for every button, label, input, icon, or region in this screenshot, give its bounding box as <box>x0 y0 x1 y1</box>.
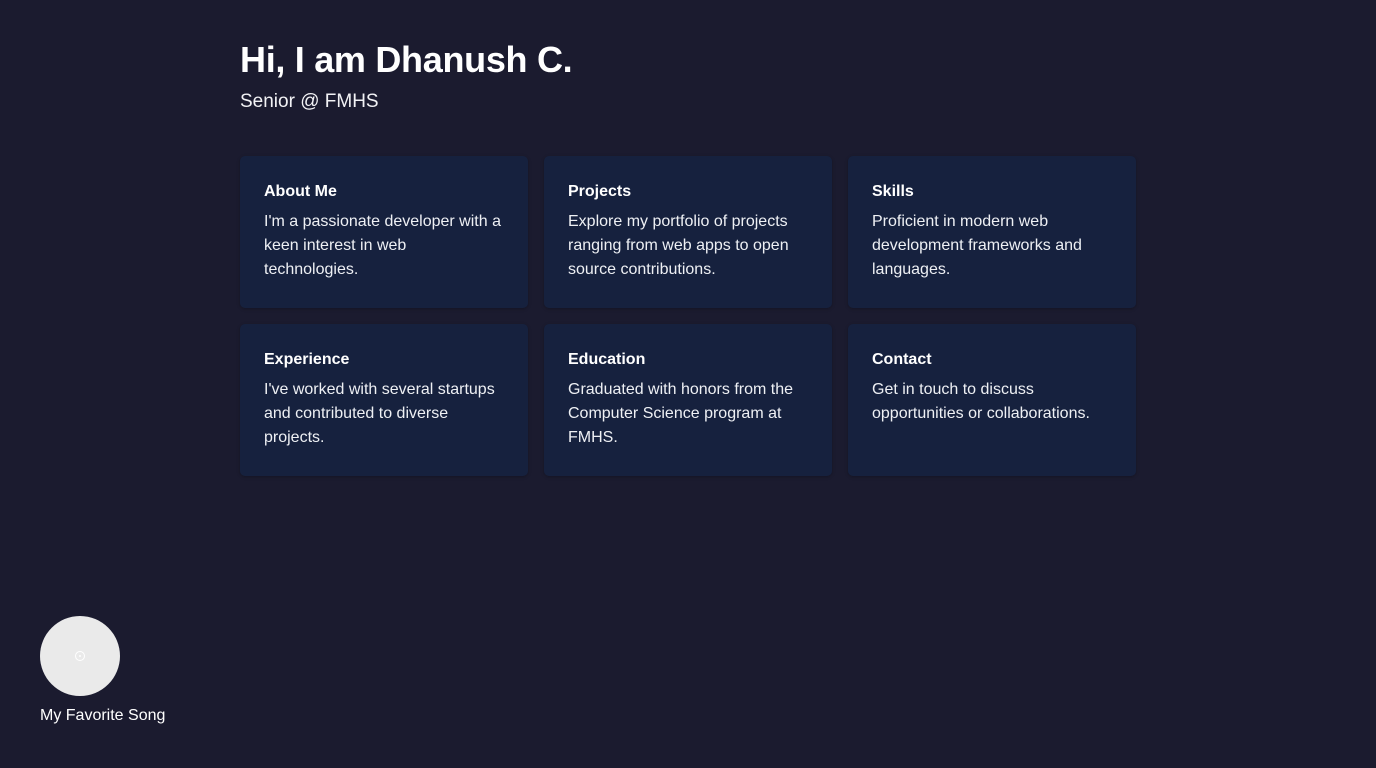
card-about-me[interactable]: About Me I'm a passionate developer with… <box>240 156 528 308</box>
disc-center-icon <box>75 651 85 661</box>
card-title: Experience <box>264 351 350 368</box>
song-title: My Favorite Song <box>40 707 166 724</box>
card-title: Skills <box>872 183 914 200</box>
card-text: Proficient in modern web development fra… <box>872 213 1082 278</box>
card-text: Get in touch to discuss opportunities or… <box>872 381 1090 422</box>
card-skills[interactable]: Skills Proficient in modern web developm… <box>848 156 1136 308</box>
music-player: My Favorite Song <box>40 616 200 726</box>
page-header: Hi, I am Dhanush C. Senior @ FMHS <box>240 38 573 114</box>
vinyl-disc-icon[interactable] <box>40 616 120 696</box>
page-title: Hi, I am Dhanush C. <box>240 39 573 80</box>
card-title: Education <box>568 351 646 368</box>
card-experience[interactable]: Experience I've worked with several star… <box>240 324 528 476</box>
section-cards-grid: About Me I'm a passionate developer with… <box>240 156 1136 476</box>
page-subtitle: Senior @ FMHS <box>240 91 379 112</box>
card-title: Projects <box>568 183 632 200</box>
card-title: About Me <box>264 183 337 200</box>
card-projects[interactable]: Projects Explore my portfolio of project… <box>544 156 832 308</box>
card-text: I'm a passionate developer with a keen i… <box>264 213 501 278</box>
card-text: Graduated with honors from the Computer … <box>568 381 794 446</box>
card-contact[interactable]: Contact Get in touch to discuss opportun… <box>848 324 1136 476</box>
card-text: I've worked with several startups and co… <box>264 381 495 446</box>
card-text: Explore my portfolio of projects ranging… <box>568 213 789 278</box>
card-title: Contact <box>872 351 932 368</box>
card-education[interactable]: Education Graduated with honors from the… <box>544 324 832 476</box>
